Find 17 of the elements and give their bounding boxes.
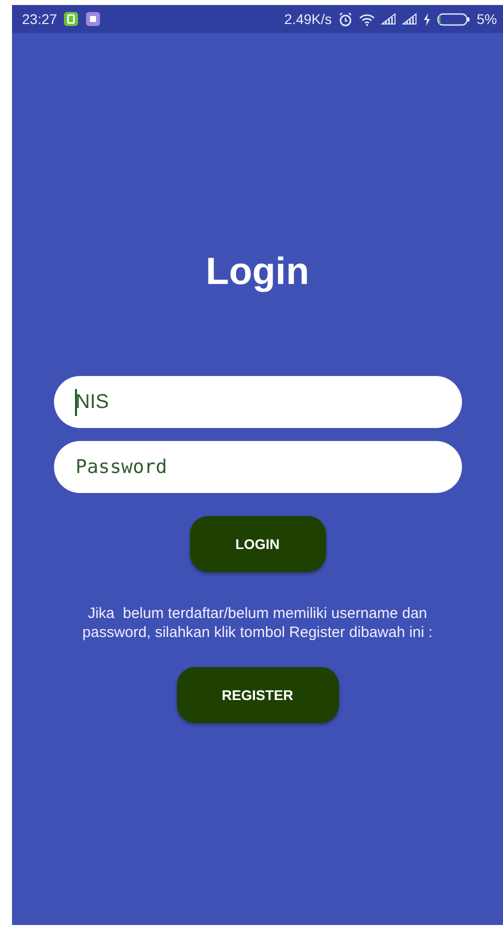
battery-icon [436,12,471,26]
wifi-icon [358,12,375,26]
register-hint: Jika belum terdaftar/belum memiliki username dan password, silahkan klik tombol Register dibawah ini : [81,604,434,642]
notification-icon [63,11,80,27]
notification-icon [85,11,102,27]
nis-field[interactable]: NIS [54,376,462,428]
alarm-icon [338,12,353,26]
battery-percent: 5% [476,11,497,27]
signal-icon [380,13,396,25]
charging-icon [422,12,431,26]
login-title: Login [206,253,310,291]
password-field[interactable]: Password [54,441,462,493]
signal-icon [402,13,417,25]
network-speed: 2.49K/s [284,11,332,27]
login-button[interactable]: LOGIN [190,516,326,572]
register-button[interactable]: REGISTER [176,667,338,723]
clock-time: 23:27 [22,11,58,27]
